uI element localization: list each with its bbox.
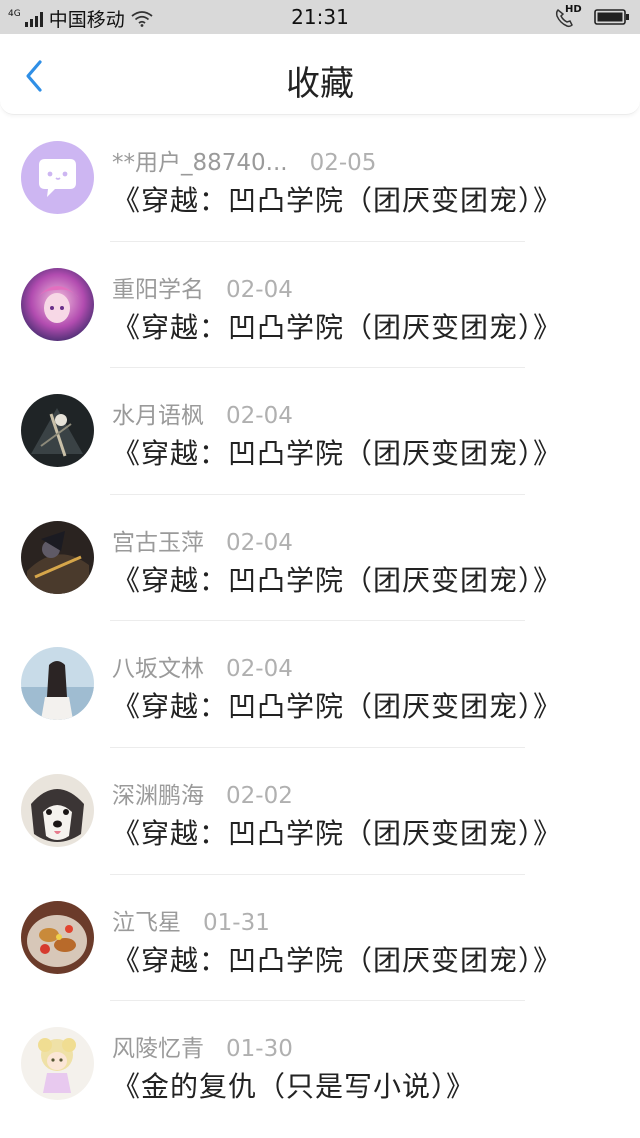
book-title: 《穿越：凹凸学院（团厌变团宠）》 bbox=[112, 690, 563, 724]
item-meta: **用户_88740... 02-05 bbox=[112, 143, 376, 177]
date: 01-30 bbox=[226, 1036, 293, 1063]
list-item[interactable]: 八坂文林 02-04 《穿越：凹凸学院（团厌变团宠）》 bbox=[0, 621, 640, 748]
avatar bbox=[21, 394, 94, 468]
item-meta: 八坂文林 02-04 bbox=[112, 649, 293, 683]
favorites-list: **用户_88740... 02-05 《穿越：凹凸学院（团厌变团宠）》 重阳学… bbox=[0, 115, 640, 1128]
list-item[interactable]: 深渊鹏海 02-02 《穿越：凹凸学院（团厌变团宠）》 bbox=[0, 748, 640, 875]
husky-dog-avatar-icon bbox=[21, 773, 94, 847]
item-meta: 泣飞星 01-31 bbox=[112, 903, 270, 937]
username: **用户_88740... bbox=[112, 150, 288, 176]
item-meta: 深渊鹏海 02-02 bbox=[112, 776, 293, 810]
dark-warrior-avatar-icon bbox=[21, 520, 94, 594]
avatar bbox=[21, 520, 94, 594]
book-title: 《穿越：凹凸学院（团厌变团宠）》 bbox=[112, 437, 563, 471]
username: 重阳学名 bbox=[112, 276, 204, 303]
date: 02-05 bbox=[309, 150, 377, 176]
list-item[interactable]: 水月语枫 02-04 《穿越：凹凸学院（团厌变团宠）》 bbox=[0, 368, 640, 495]
username: 风陵忆青 bbox=[112, 1036, 204, 1063]
status-time: 21:31 bbox=[291, 5, 349, 29]
avatar bbox=[21, 141, 94, 214]
status-right: HD bbox=[554, 4, 630, 28]
chat-bubble-icon bbox=[21, 141, 94, 214]
list-item[interactable]: 重阳学名 02-04 《穿越：凹凸学院（团厌变团宠）》 bbox=[0, 242, 640, 369]
avatar bbox=[21, 900, 94, 974]
date: 02-02 bbox=[226, 782, 293, 809]
battery-icon bbox=[594, 9, 629, 25]
food-plate-avatar-icon bbox=[21, 900, 94, 974]
username: 深渊鹏海 bbox=[112, 782, 204, 809]
date: 02-04 bbox=[226, 656, 293, 683]
book-title: 《穿越：凹凸学院（团厌变团宠）》 bbox=[112, 943, 563, 977]
username: 八坂文林 bbox=[112, 656, 204, 683]
book-title: 《穿越：凹凸学院（团厌变团宠）》 bbox=[112, 816, 563, 850]
chibi-character-avatar-icon bbox=[21, 1027, 94, 1101]
date: 01-31 bbox=[203, 909, 270, 936]
page-title: 收藏 bbox=[286, 64, 354, 104]
item-meta: 宫古玉萍 02-04 bbox=[112, 523, 293, 557]
nav-bar: 收藏 bbox=[0, 34, 640, 115]
hd-badge: HD bbox=[565, 4, 582, 15]
item-meta: 重阳学名 02-04 bbox=[112, 270, 293, 304]
list-item[interactable]: 泣飞星 01-31 《穿越：凹凸学院（团厌变团宠）》 bbox=[0, 875, 640, 1002]
item-meta: 水月语枫 02-04 bbox=[112, 396, 293, 430]
date: 02-04 bbox=[226, 276, 293, 303]
book-title: 《穿越：凹凸学院（团厌变团宠）》 bbox=[112, 184, 563, 217]
date: 02-04 bbox=[226, 403, 293, 430]
username: 泣飞星 bbox=[112, 909, 181, 936]
book-title: 《穿越：凹凸学院（团厌变团宠）》 bbox=[112, 310, 563, 344]
list-item[interactable]: 宫古玉萍 02-04 《穿越：凹凸学院（团厌变团宠）》 bbox=[0, 495, 640, 622]
list-item[interactable]: 风陵忆青 01-30 《金的复仇（只是写小说）》 bbox=[0, 1001, 640, 1128]
hd-call-indicator: HD bbox=[554, 4, 582, 28]
username: 水月语枫 bbox=[112, 403, 204, 430]
avatar bbox=[21, 647, 94, 721]
girl-seaside-avatar-icon bbox=[21, 647, 94, 721]
dark-anime-avatar-icon bbox=[21, 394, 94, 468]
avatar bbox=[21, 1027, 94, 1101]
avatar bbox=[21, 267, 94, 341]
avatar bbox=[21, 773, 94, 847]
date: 02-04 bbox=[226, 529, 293, 556]
item-meta: 风陵忆青 01-30 bbox=[112, 1029, 293, 1063]
book-title: 《金的复仇（只是写小说）》 bbox=[112, 1070, 476, 1104]
status-bar: 4G 中国移动 21:31 HD bbox=[0, 0, 640, 34]
username: 宫古玉萍 bbox=[112, 529, 204, 556]
list-item[interactable]: **用户_88740... 02-05 《穿越：凹凸学院（团厌变团宠）》 bbox=[0, 115, 640, 242]
book-title: 《穿越：凹凸学院（团厌变团宠）》 bbox=[112, 563, 563, 597]
anime-girl-avatar-icon bbox=[21, 267, 94, 341]
